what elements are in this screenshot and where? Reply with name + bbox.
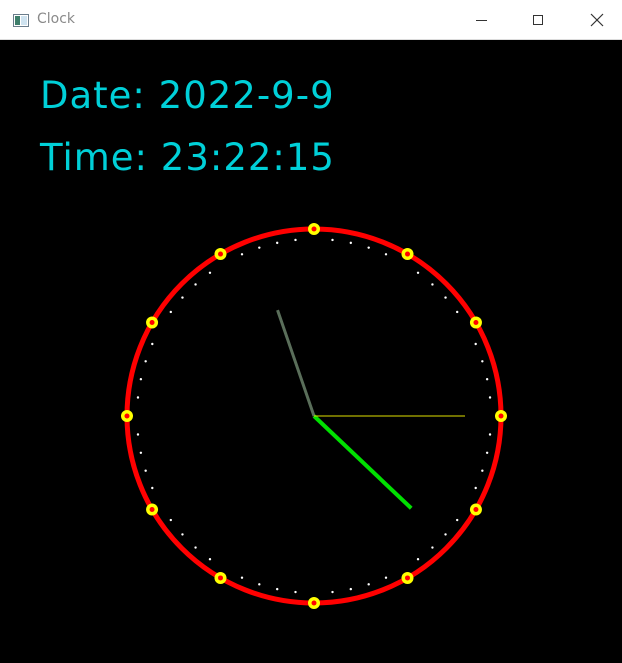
clock-canvas: Date: 2022-9-9 Time: 23:22:15 xyxy=(0,40,622,663)
minute-tick xyxy=(144,360,147,363)
minute-tick xyxy=(294,238,297,242)
minute-tick xyxy=(474,342,477,346)
minute-tick xyxy=(258,583,261,586)
hour-marker-center xyxy=(498,413,504,419)
minute-tick xyxy=(488,433,492,436)
minute-tick xyxy=(139,377,143,381)
minute-tick xyxy=(431,546,434,549)
hour-marker-center xyxy=(311,600,317,606)
hour-marker-center xyxy=(311,226,317,232)
minute-tick xyxy=(455,518,459,522)
minute-tick xyxy=(240,576,244,579)
minute-tick xyxy=(181,533,184,536)
minute-tick xyxy=(194,283,197,286)
hour-marker-center xyxy=(149,320,155,325)
minute-tick xyxy=(384,576,388,579)
minute-tick xyxy=(349,587,353,591)
hour-hand xyxy=(276,309,316,417)
minimize-icon xyxy=(475,19,487,21)
minute-tick xyxy=(481,360,484,363)
close-button[interactable] xyxy=(574,0,620,40)
minute-tick xyxy=(139,451,143,455)
minute-tick xyxy=(474,486,477,490)
window-app-icon xyxy=(13,14,29,27)
hour-marker-center xyxy=(149,507,155,512)
minute-tick xyxy=(481,469,484,472)
minute-tick xyxy=(275,241,279,245)
close-icon xyxy=(590,13,604,27)
minute-tick xyxy=(444,296,447,299)
minute-tick xyxy=(181,296,184,299)
maximize-button[interactable] xyxy=(515,0,561,40)
minute-tick xyxy=(208,557,212,561)
minute-tick xyxy=(416,557,420,561)
minute-tick xyxy=(331,238,334,242)
hour-marker-center xyxy=(405,251,410,257)
minimize-button[interactable] xyxy=(458,0,504,40)
hour-marker-center xyxy=(405,575,410,581)
minute-tick xyxy=(151,342,154,346)
minute-tick xyxy=(169,518,173,522)
minute-tick xyxy=(208,271,212,275)
window-title: Clock xyxy=(37,11,76,27)
minute-tick xyxy=(485,451,489,455)
hour-marker-center xyxy=(218,251,223,257)
minute-tick xyxy=(294,590,297,594)
hour-marker-center xyxy=(473,507,479,512)
minute-tick xyxy=(349,241,353,245)
minute-tick xyxy=(194,546,197,549)
minute-tick xyxy=(416,271,420,275)
minute-tick xyxy=(136,396,140,399)
hour-marker-center xyxy=(473,320,479,325)
minute-tick xyxy=(384,253,388,256)
minute-tick xyxy=(331,590,334,594)
minute-tick xyxy=(169,310,173,314)
minute-tick xyxy=(240,253,244,256)
minute-tick xyxy=(444,533,447,536)
minute-tick xyxy=(136,433,140,436)
minute-tick xyxy=(258,246,261,249)
hour-marker-center xyxy=(218,575,223,581)
minute-tick xyxy=(488,396,492,399)
minute-tick xyxy=(144,469,147,472)
minute-tick xyxy=(367,246,370,249)
analog-clock xyxy=(121,223,507,609)
maximize-icon xyxy=(533,15,543,25)
minute-hand xyxy=(312,414,413,510)
title-bar: Clock xyxy=(0,0,622,40)
minute-tick xyxy=(485,377,489,381)
minute-tick xyxy=(431,283,434,286)
minute-tick xyxy=(151,486,154,490)
minute-tick xyxy=(275,587,279,591)
minute-tick xyxy=(455,310,459,314)
hour-marker-center xyxy=(124,413,130,419)
minute-tick xyxy=(367,583,370,586)
